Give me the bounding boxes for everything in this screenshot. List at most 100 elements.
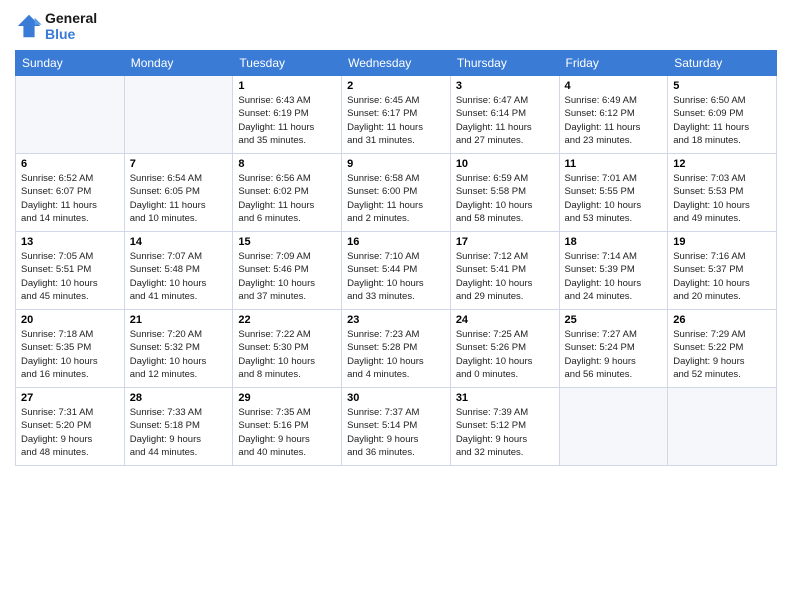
day-number: 23 [347, 314, 445, 326]
day-header-monday: Monday [124, 51, 233, 76]
day-number: 10 [456, 158, 554, 170]
day-info: Sunrise: 7:10 AMSunset: 5:44 PMDaylight:… [347, 250, 445, 303]
day-cell: 20 Sunrise: 7:18 AMSunset: 5:35 PMDayligh… [16, 310, 125, 388]
day-cell [124, 76, 233, 154]
day-number: 15 [238, 236, 336, 248]
day-number: 27 [21, 392, 119, 404]
day-info: Sunrise: 6:59 AMSunset: 5:58 PMDaylight:… [456, 172, 554, 225]
week-row-1: 1Sunrise: 6:43 AMSunset: 6:19 PMDaylight… [16, 76, 777, 154]
day-number: 11 [565, 158, 663, 170]
day-number: 25 [565, 314, 663, 326]
day-number: 26 [673, 314, 771, 326]
day-number: 28 [130, 392, 228, 404]
day-number: 1 [238, 80, 336, 92]
day-info: Sunrise: 6:47 AMSunset: 6:14 PMDaylight:… [456, 94, 554, 147]
day-number: 2 [347, 80, 445, 92]
calendar-table: SundayMondayTuesdayWednesdayThursdayFrid… [15, 50, 777, 466]
day-number: 5 [673, 80, 771, 92]
day-info: Sunrise: 7:03 AMSunset: 5:53 PMDaylight:… [673, 172, 771, 225]
day-cell: 28 Sunrise: 7:33 AMSunset: 5:18 PMDayligh… [124, 388, 233, 466]
day-number: 24 [456, 314, 554, 326]
page: General Blue SundayMondayTuesdayWednesda… [0, 0, 792, 612]
day-info: Sunrise: 7:05 AMSunset: 5:51 PMDaylight:… [21, 250, 119, 303]
day-cell: 2 Sunrise: 6:45 AMSunset: 6:17 PMDaylight… [342, 76, 451, 154]
day-number: 29 [238, 392, 336, 404]
day-cell: 11Sunrise: 7:01 AMSunset: 5:55 PMDayligh… [559, 154, 668, 232]
day-cell: 22 Sunrise: 7:22 AMSunset: 5:30 PMDayligh… [233, 310, 342, 388]
day-cell: 8 Sunrise: 6:56 AMSunset: 6:02 PMDaylight… [233, 154, 342, 232]
day-cell: 27 Sunrise: 7:31 AMSunset: 5:20 PMDayligh… [16, 388, 125, 466]
day-cell: 17Sunrise: 7:12 AMSunset: 5:41 PMDayligh… [450, 232, 559, 310]
day-number: 30 [347, 392, 445, 404]
day-info: Sunrise: 7:37 AMSunset: 5:14 PMDaylight:… [347, 406, 445, 459]
day-cell: 5 Sunrise: 6:50 AMSunset: 6:09 PMDaylight… [668, 76, 777, 154]
day-info: Sunrise: 7:22 AMSunset: 5:30 PMDaylight:… [238, 328, 336, 381]
day-info: Sunrise: 6:58 AMSunset: 6:00 PMDaylight:… [347, 172, 445, 225]
day-cell: 14Sunrise: 7:07 AMSunset: 5:48 PMDayligh… [124, 232, 233, 310]
day-number: 12 [673, 158, 771, 170]
day-info: Sunrise: 7:14 AMSunset: 5:39 PMDaylight:… [565, 250, 663, 303]
day-info: Sunrise: 7:27 AMSunset: 5:24 PMDaylight:… [565, 328, 663, 381]
day-number: 19 [673, 236, 771, 248]
day-header-sunday: Sunday [16, 51, 125, 76]
day-cell: 12 Sunrise: 7:03 AMSunset: 5:53 PMDayligh… [668, 154, 777, 232]
day-cell: 21 Sunrise: 7:20 AMSunset: 5:32 PMDayligh… [124, 310, 233, 388]
day-info: Sunrise: 7:23 AMSunset: 5:28 PMDaylight:… [347, 328, 445, 381]
day-info: Sunrise: 7:33 AMSunset: 5:18 PMDaylight:… [130, 406, 228, 459]
day-cell: 10 Sunrise: 6:59 AMSunset: 5:58 PMDayligh… [450, 154, 559, 232]
day-cell: 15 Sunrise: 7:09 AMSunset: 5:46 PMDayligh… [233, 232, 342, 310]
day-number: 31 [456, 392, 554, 404]
day-info: Sunrise: 7:20 AMSunset: 5:32 PMDaylight:… [130, 328, 228, 381]
day-header-wednesday: Wednesday [342, 51, 451, 76]
week-row-2: 6Sunrise: 6:52 AMSunset: 6:07 PMDaylight… [16, 154, 777, 232]
logo-text: General Blue [45, 10, 97, 42]
day-header-thursday: Thursday [450, 51, 559, 76]
day-info: Sunrise: 7:18 AMSunset: 5:35 PMDaylight:… [21, 328, 119, 381]
day-info: Sunrise: 7:09 AMSunset: 5:46 PMDaylight:… [238, 250, 336, 303]
week-row-3: 13Sunrise: 7:05 AMSunset: 5:51 PMDayligh… [16, 232, 777, 310]
day-number: 8 [238, 158, 336, 170]
day-number: 7 [130, 158, 228, 170]
logo-icon [15, 12, 43, 40]
day-number: 18 [565, 236, 663, 248]
day-cell: 13Sunrise: 7:05 AMSunset: 5:51 PMDayligh… [16, 232, 125, 310]
day-cell: 4Sunrise: 6:49 AMSunset: 6:12 PMDaylight… [559, 76, 668, 154]
day-number: 14 [130, 236, 228, 248]
day-info: Sunrise: 7:31 AMSunset: 5:20 PMDaylight:… [21, 406, 119, 459]
day-cell: 18 Sunrise: 7:14 AMSunset: 5:39 PMDayligh… [559, 232, 668, 310]
day-header-saturday: Saturday [668, 51, 777, 76]
day-cell: 9 Sunrise: 6:58 AMSunset: 6:00 PMDaylight… [342, 154, 451, 232]
day-info: Sunrise: 6:50 AMSunset: 6:09 PMDaylight:… [673, 94, 771, 147]
day-number: 9 [347, 158, 445, 170]
day-cell: 26 Sunrise: 7:29 AMSunset: 5:22 PMDayligh… [668, 310, 777, 388]
day-cell [16, 76, 125, 154]
day-cell [668, 388, 777, 466]
day-number: 21 [130, 314, 228, 326]
day-info: Sunrise: 7:29 AMSunset: 5:22 PMDaylight:… [673, 328, 771, 381]
day-number: 3 [456, 80, 554, 92]
day-cell: 30 Sunrise: 7:37 AMSunset: 5:14 PMDayligh… [342, 388, 451, 466]
header: General Blue [15, 10, 777, 42]
day-number: 20 [21, 314, 119, 326]
day-info: Sunrise: 7:35 AMSunset: 5:16 PMDaylight:… [238, 406, 336, 459]
day-number: 16 [347, 236, 445, 248]
day-number: 22 [238, 314, 336, 326]
day-info: Sunrise: 6:45 AMSunset: 6:17 PMDaylight:… [347, 94, 445, 147]
day-info: Sunrise: 6:56 AMSunset: 6:02 PMDaylight:… [238, 172, 336, 225]
day-cell: 16 Sunrise: 7:10 AMSunset: 5:44 PMDayligh… [342, 232, 451, 310]
day-cell: 1Sunrise: 6:43 AMSunset: 6:19 PMDaylight… [233, 76, 342, 154]
day-info: Sunrise: 7:16 AMSunset: 5:37 PMDaylight:… [673, 250, 771, 303]
day-cell: 25 Sunrise: 7:27 AMSunset: 5:24 PMDayligh… [559, 310, 668, 388]
day-info: Sunrise: 6:49 AMSunset: 6:12 PMDaylight:… [565, 94, 663, 147]
week-row-5: 27 Sunrise: 7:31 AMSunset: 5:20 PMDayligh… [16, 388, 777, 466]
day-cell: 29 Sunrise: 7:35 AMSunset: 5:16 PMDayligh… [233, 388, 342, 466]
week-row-4: 20 Sunrise: 7:18 AMSunset: 5:35 PMDayligh… [16, 310, 777, 388]
day-cell: 19 Sunrise: 7:16 AMSunset: 5:37 PMDayligh… [668, 232, 777, 310]
day-cell: 6Sunrise: 6:52 AMSunset: 6:07 PMDaylight… [16, 154, 125, 232]
day-cell: 3 Sunrise: 6:47 AMSunset: 6:14 PMDaylight… [450, 76, 559, 154]
day-number: 17 [456, 236, 554, 248]
day-cell: 24Sunrise: 7:25 AMSunset: 5:26 PMDayligh… [450, 310, 559, 388]
calendar-header-row: SundayMondayTuesdayWednesdayThursdayFrid… [16, 51, 777, 76]
day-cell: 31Sunrise: 7:39 AMSunset: 5:12 PMDayligh… [450, 388, 559, 466]
day-number: 6 [21, 158, 119, 170]
